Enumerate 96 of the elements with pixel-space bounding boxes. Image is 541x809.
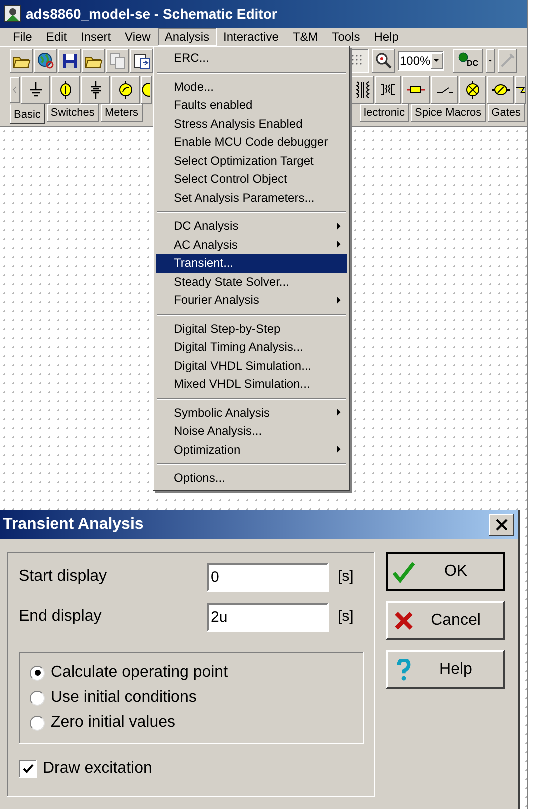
menu-item[interactable]: Digital Timing Analysis... [156, 338, 347, 356]
lamp-icon [464, 81, 482, 99]
menu-item[interactable]: Transient... [156, 254, 347, 272]
menu-bar-item[interactable]: Tools [325, 28, 368, 46]
transformer-icon [354, 81, 372, 99]
menu-item[interactable]: Faults enabled [156, 96, 347, 114]
transformer-button[interactable] [351, 76, 374, 104]
menu-bar-item[interactable]: Interactive [216, 28, 286, 46]
menu-item[interactable]: AC Analysis [156, 236, 347, 254]
component-tab[interactable]: Switches [46, 104, 99, 122]
menu-item[interactable]: Steady State Solver... [156, 272, 347, 291]
fuse-button[interactable] [402, 76, 430, 104]
menu-item[interactable]: Noise Analysis... [156, 422, 347, 440]
checkbox-label: Draw excitation [43, 759, 152, 779]
menu-item[interactable]: Symbolic Analysis [156, 404, 347, 422]
ok-button[interactable]: OK [386, 552, 505, 591]
component-tab[interactable]: Gates [488, 104, 525, 122]
option-label: Calculate operating point [51, 663, 228, 683]
component-icon [142, 83, 150, 97]
globe-icon [36, 52, 54, 70]
field-label: End display [19, 607, 103, 627]
menu-item[interactable]: Options... [156, 469, 347, 488]
close-icon [496, 518, 508, 530]
magnifier-icon [374, 52, 392, 70]
app-icon [4, 5, 22, 23]
copy-button[interactable] [106, 48, 129, 72]
component-tab[interactable]: Basic [10, 104, 45, 124]
text-input-field[interactable]: 0 [207, 562, 329, 592]
menu-item[interactable]: Mode... [156, 78, 347, 96]
text-input-field[interactable]: 2u [207, 602, 329, 632]
dc-button[interactable]: DC [453, 48, 483, 72]
switch-icon [436, 86, 454, 94]
menu-bar-item[interactable]: Insert [74, 28, 118, 46]
source-button[interactable] [51, 76, 80, 104]
lamp-button[interactable] [459, 76, 486, 104]
menu-bar-item[interactable]: Analysis [158, 28, 217, 46]
menu-bar-item[interactable]: Edit [39, 28, 74, 46]
unit-label: [s] [338, 566, 354, 587]
battery-button[interactable] [81, 76, 110, 104]
open-button[interactable] [82, 48, 105, 72]
component-icon [516, 87, 525, 93]
probe-icon [499, 52, 516, 70]
save-button[interactable] [58, 48, 81, 72]
unit-label: [s] [338, 606, 354, 627]
clipboard-icon [132, 52, 150, 70]
menu-item[interactable]: ERC... [156, 49, 347, 68]
menu-item[interactable]: Enable MCU Code debugger [156, 133, 347, 152]
web-button[interactable] [34, 48, 57, 72]
option-label: Zero initial values [51, 713, 176, 733]
field-label: Start display [19, 567, 108, 587]
dropdown-button[interactable] [486, 48, 495, 72]
radio-button[interactable] [30, 690, 45, 706]
component-tab[interactable]: Meters [100, 104, 143, 122]
menu-bar-item[interactable]: T&M [286, 28, 326, 46]
copy-icon [108, 52, 126, 70]
menu-item[interactable]: Stress Analysis Enabled [156, 114, 347, 133]
checkbox[interactable] [19, 760, 37, 778]
check-icon [393, 560, 415, 582]
coupled-inductor-button[interactable] [375, 76, 401, 104]
probe-button[interactable] [498, 48, 517, 72]
help-button[interactable]: Help [386, 650, 505, 689]
cross-icon [393, 610, 415, 632]
menu-item[interactable]: DC Analysis [156, 217, 347, 236]
open-button[interactable] [10, 48, 33, 72]
menu-item[interactable]: Digital Step-by-Step [156, 320, 347, 338]
component-tab[interactable]: lectronic [360, 104, 409, 122]
menu-item[interactable]: Optimization [156, 440, 347, 459]
scroll-left-button[interactable] [10, 77, 20, 103]
meter-button[interactable] [487, 76, 514, 104]
radio-button[interactable] [30, 716, 45, 730]
menu-item[interactable]: Digital VHDL Simulation... [156, 356, 347, 375]
menu-bar-item[interactable]: View [118, 28, 158, 46]
zoom-dropdown[interactable]: 100% [398, 50, 444, 70]
menu-item[interactable]: Mixed VHDL Simulation... [156, 375, 347, 394]
menu-bar-item[interactable]: File [6, 28, 40, 46]
menu-item[interactable]: Set Analysis Parameters... [156, 188, 347, 207]
radio-button[interactable] [30, 666, 45, 680]
dialog-title: Transient Analysis [3, 514, 144, 534]
menu-item[interactable]: Select Control Object [156, 170, 347, 188]
meter-button[interactable] [111, 76, 140, 104]
close-button[interactable] [489, 514, 514, 536]
paste-button[interactable] [130, 48, 153, 72]
component-button[interactable] [141, 76, 152, 104]
menu-bar-item[interactable]: Help [367, 28, 406, 46]
ground-button[interactable] [21, 76, 50, 104]
component-button[interactable] [515, 76, 526, 104]
menu-item[interactable]: Fourier Analysis [156, 291, 347, 310]
cancel-button[interactable]: Cancel [386, 601, 505, 640]
menu-item[interactable]: Select Optimization Target [156, 152, 347, 170]
window-title: ads8860_model-se - Schematic Editor [26, 4, 278, 24]
checkmark-icon [22, 764, 34, 774]
meter-icon [116, 81, 134, 99]
component-tab[interactable]: Spice Macros [411, 104, 486, 122]
zoom-button[interactable] [372, 48, 395, 72]
switch-button[interactable] [431, 76, 458, 104]
option-label: Use initial conditions [51, 688, 197, 708]
